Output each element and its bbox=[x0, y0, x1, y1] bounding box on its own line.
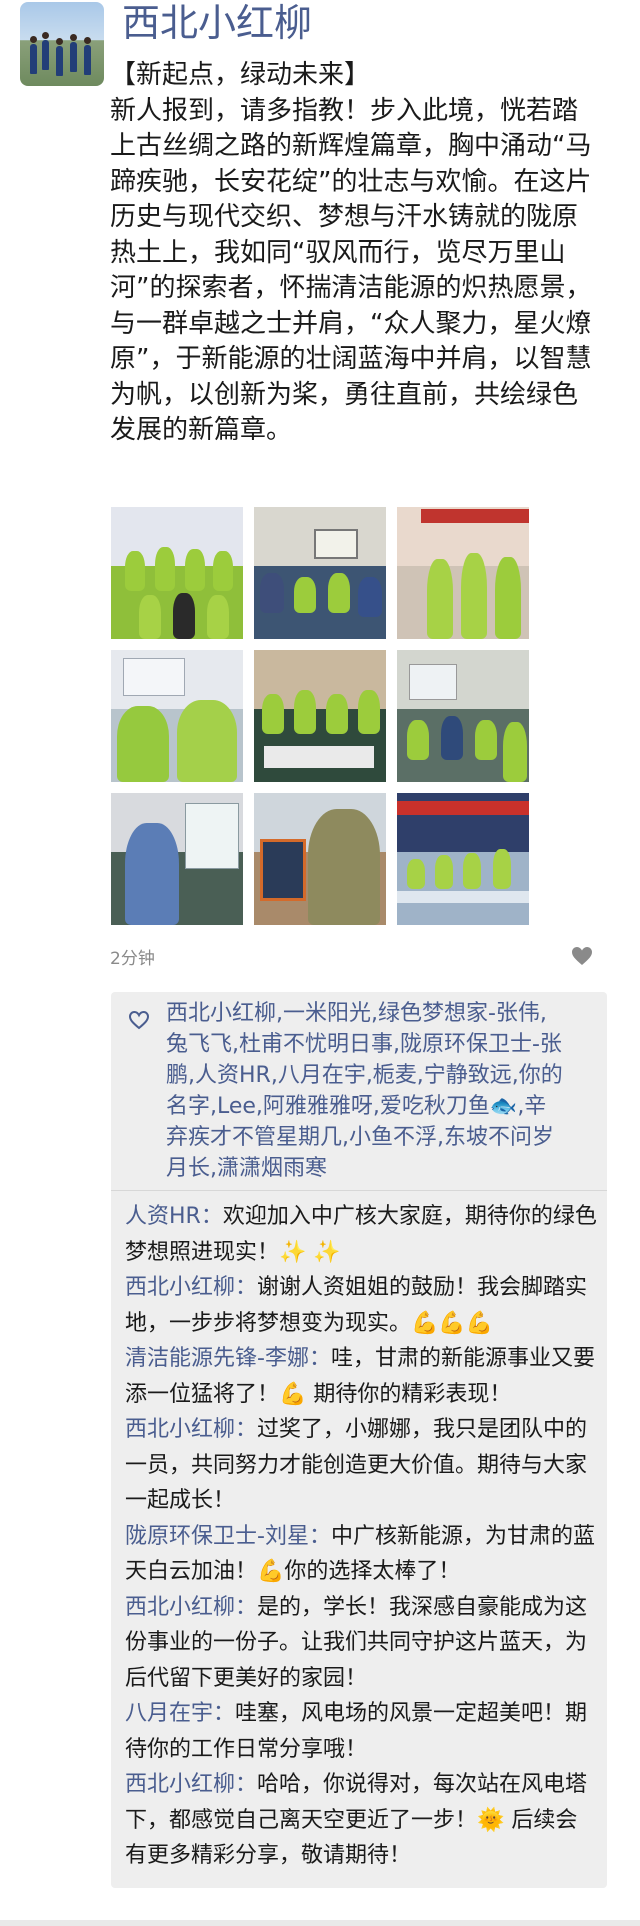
comment-item[interactable]: 人资HR：欢迎加入中广核大家庭，期待你的绿色梦想照进现实！✨ ✨ bbox=[125, 1199, 599, 1270]
comment-item[interactable]: 西北小红柳：哈哈，你说得对，每次站在风电塔下，都感觉自己离天空更近了一步！🌞 后… bbox=[125, 1767, 599, 1874]
likes-section: 西北小红柳,一米阳光,绿色梦想家-张伟,兔飞飞,杜甫不忧明日事,陇原环保卫士-张… bbox=[111, 992, 607, 1190]
photo-thumbnail[interactable] bbox=[397, 507, 529, 639]
comment-item[interactable]: 八月在宇：哇塞，风电场的风景一定超美吧！期待你的工作日常分享哦！ bbox=[125, 1696, 599, 1767]
photo-thumbnail[interactable] bbox=[254, 507, 386, 639]
avatar-figure bbox=[70, 34, 77, 72]
comment-separator: ： bbox=[235, 1772, 258, 1797]
comment-author[interactable]: 西北小红柳 bbox=[125, 1275, 235, 1300]
comment-separator: ： bbox=[308, 1523, 331, 1549]
heart-filled-icon bbox=[572, 947, 592, 965]
comment-author[interactable]: 西北小红柳 bbox=[125, 1595, 235, 1620]
comment-author[interactable]: 人资HR bbox=[125, 1204, 201, 1229]
comment-separator: ： bbox=[235, 1594, 258, 1620]
comment-author[interactable]: 清洁能源先锋-李娜 bbox=[125, 1346, 309, 1371]
comment-author[interactable]: 陇原环保卫士-刘星 bbox=[125, 1524, 309, 1549]
photo-thumbnail[interactable] bbox=[397, 793, 529, 925]
photo-thumbnail[interactable] bbox=[111, 650, 243, 782]
comment-separator: ： bbox=[235, 1417, 258, 1442]
comments-list: 人资HR：欢迎加入中广核大家庭，期待你的绿色梦想照进现实！✨ ✨ 西北小红柳：谢… bbox=[125, 1199, 599, 1874]
comment-author[interactable]: 西北小红柳 bbox=[125, 1772, 235, 1797]
comment-item[interactable]: 清洁能源先锋-李娜：哇，甘肃的新能源事业又要添一位猛将了！💪 期待你的精彩表现！ bbox=[125, 1341, 599, 1412]
avatar[interactable] bbox=[20, 2, 104, 86]
photo-thumbnail[interactable] bbox=[254, 650, 386, 782]
photo-thumbnail[interactable] bbox=[397, 650, 529, 782]
photo-thumbnail[interactable] bbox=[111, 507, 243, 639]
post-body: 【新起点，绿动未来】 新人报到，请多指教！步入此境，恍若踏上古丝绸之路的新辉煌篇… bbox=[110, 58, 600, 449]
avatar-figure bbox=[56, 38, 63, 76]
heart-outline-icon bbox=[127, 1008, 151, 1032]
avatar-figure bbox=[30, 36, 37, 74]
comment-separator: ： bbox=[235, 1275, 258, 1300]
comment-item[interactable]: 西北小红柳：是的，学长！我深感自豪能成为这份事业的一份子。让我们共同守护这片蓝天… bbox=[125, 1590, 599, 1697]
post-timestamp: 2分钟 bbox=[110, 949, 155, 969]
comment-separator: ： bbox=[213, 1701, 236, 1726]
photo-thumbnail[interactable] bbox=[111, 793, 243, 925]
post-content: 新人报到，请多指教！步入此境，恍若踏上古丝绸之路的新辉煌篇章，胸中涌动“马蹄疾驰… bbox=[110, 95, 592, 446]
comment-separator: ： bbox=[308, 1346, 331, 1371]
post-author-name[interactable]: 西北小红柳 bbox=[122, 0, 312, 46]
comment-separator: ： bbox=[200, 1204, 223, 1229]
comment-author[interactable]: 西北小红柳 bbox=[125, 1417, 235, 1442]
comment-item[interactable]: 陇原环保卫士-刘星：中广核新能源，为甘肃的蓝天白云加油！💪你的选择太棒了！ bbox=[125, 1519, 599, 1590]
comment-item[interactable]: 西北小红柳：过奖了，小娜娜，我只是团队中的一员，共同努力才能创造更大价值。期待与… bbox=[125, 1412, 599, 1519]
like-comment-button[interactable] bbox=[570, 944, 594, 968]
comment-item[interactable]: 西北小红柳：谢谢人资姐姐的鼓励！我会脚踏实地，一步步将梦想变为现实。💪💪💪 bbox=[125, 1270, 599, 1341]
photo-grid bbox=[111, 507, 529, 925]
interaction-panel: 西北小红柳,一米阳光,绿色梦想家-张伟,兔飞飞,杜甫不忧明日事,陇原环保卫士-张… bbox=[111, 992, 607, 1888]
avatar-figure bbox=[42, 32, 49, 70]
post-title-line: 【新起点，绿动未来】 bbox=[110, 60, 371, 90]
divider bbox=[111, 1190, 607, 1191]
avatar-figure bbox=[84, 37, 91, 75]
comment-author[interactable]: 八月在宇 bbox=[125, 1701, 213, 1726]
photo-thumbnail[interactable] bbox=[254, 793, 386, 925]
likes-names[interactable]: 西北小红柳,一米阳光,绿色梦想家-张伟,兔飞飞,杜甫不忧明日事,陇原环保卫士-张… bbox=[166, 998, 566, 1184]
bottom-separator bbox=[0, 1920, 640, 1926]
